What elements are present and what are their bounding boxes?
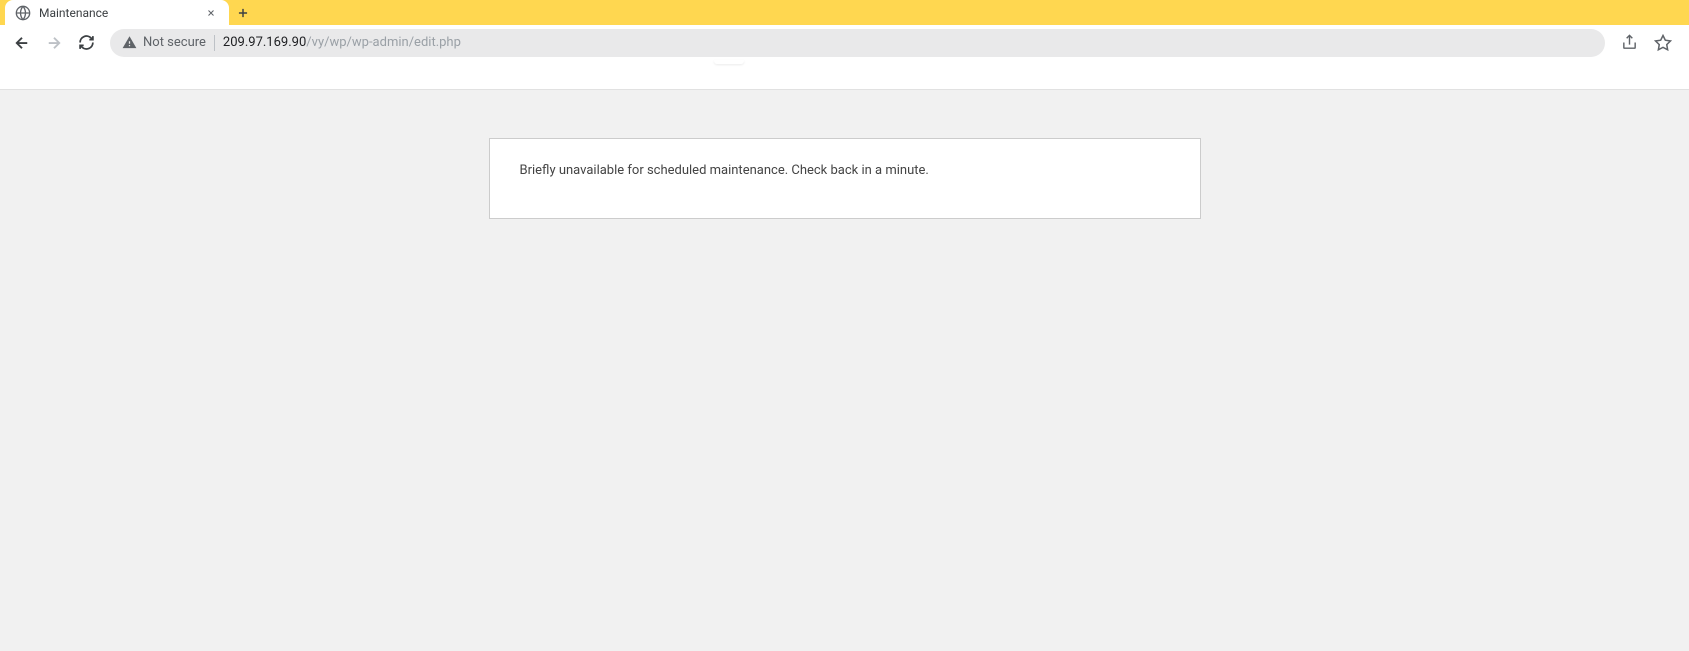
maintenance-message-box: Briefly unavailable for scheduled mainte…: [489, 138, 1201, 219]
url-display: 209.97.169.90/vy/wp/wp-admin/edit.php: [223, 35, 461, 50]
maintenance-message: Briefly unavailable for scheduled mainte…: [520, 163, 1170, 178]
globe-icon: [15, 5, 31, 21]
toolbar-right: [1615, 29, 1681, 57]
address-bar[interactable]: Not secure 209.97.169.90/vy/wp/wp-admin/…: [110, 29, 1605, 57]
reload-button[interactable]: [72, 29, 100, 57]
warning-icon: [122, 35, 137, 50]
browser-tab[interactable]: Maintenance: [5, 0, 229, 25]
security-indicator[interactable]: Not secure: [122, 35, 206, 50]
new-tab-button[interactable]: [229, 0, 257, 25]
divider: [214, 35, 215, 51]
share-button[interactable]: [1615, 29, 1643, 57]
back-button[interactable]: [8, 29, 36, 57]
content-gap: [0, 60, 1689, 90]
url-host: 209.97.169.90: [223, 35, 306, 50]
bookmark-button[interactable]: [1649, 29, 1677, 57]
browser-toolbar: Not secure 209.97.169.90/vy/wp/wp-admin/…: [0, 25, 1689, 60]
close-tab-button[interactable]: [203, 5, 219, 21]
tab-title: Maintenance: [39, 6, 203, 20]
tab-strip: Maintenance: [0, 0, 1689, 25]
forward-button[interactable]: [40, 29, 68, 57]
security-label: Not secure: [143, 35, 206, 50]
url-path: /vy/wp/wp-admin/edit.php: [306, 35, 461, 50]
page-content: Briefly unavailable for scheduled mainte…: [0, 90, 1689, 651]
